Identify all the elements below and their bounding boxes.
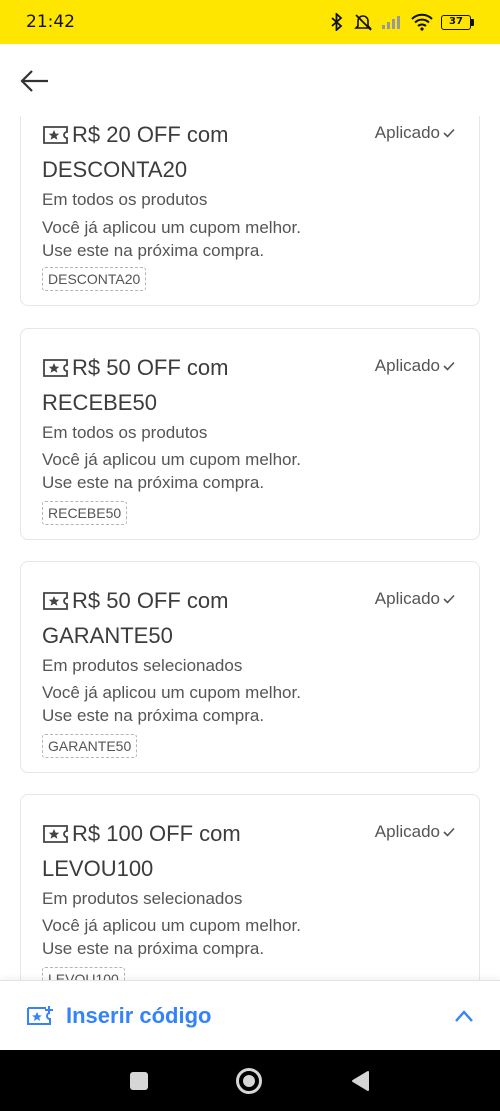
insert-code-bar[interactable]: Inserir código: [0, 980, 500, 1050]
check-icon: [443, 594, 455, 604]
coupon-card[interactable]: R$ 20 OFF com DESCONTA20 Aplicado Em tod…: [20, 116, 480, 306]
add-coupon-icon: [27, 1005, 53, 1025]
coupon-card[interactable]: R$ 100 OFF com LEVOU100 Aplicado Em prod…: [20, 794, 480, 980]
applied-label: Aplicado: [374, 589, 440, 608]
coupon-scope: Em todos os produtos: [42, 423, 208, 442]
coupon-message-line2: Use este na próxima compra.: [42, 939, 265, 958]
status-time: 21:42: [26, 12, 75, 32]
coupon-title-line1: R$ 100 OFF com: [72, 821, 241, 846]
arrow-left-icon: [20, 70, 48, 92]
coupon-title: R$ 50 OFF com GARANTE50: [42, 583, 369, 653]
coupon-code-title: RECEBE50: [42, 390, 157, 415]
coupon-title-line1: R$ 50 OFF com: [72, 588, 229, 613]
coupon-title-line1: R$ 20 OFF com: [72, 122, 229, 147]
coupon-scope: Em todos os produtos: [42, 190, 208, 209]
coupon-scope: Em produtos selecionados: [42, 656, 243, 675]
applied-label: Aplicado: [374, 123, 440, 142]
battery-icon: 37: [441, 14, 474, 30]
wifi-icon: [411, 13, 433, 31]
status-bar: 21:42 37: [0, 0, 500, 44]
check-icon: [443, 128, 455, 138]
check-icon: [443, 827, 455, 837]
check-icon: [443, 361, 455, 371]
applied-status: Aplicado: [375, 589, 455, 609]
home-button[interactable]: [236, 1067, 262, 1094]
coupon-code-chip: DESCONTA20: [42, 267, 147, 291]
coupon-title: R$ 20 OFF com DESCONTA20: [42, 117, 369, 187]
status-icons: 37: [329, 13, 474, 31]
applied-label: Aplicado: [374, 822, 440, 841]
coupon-message-line1: Você já aplicou um cupom melhor.: [42, 916, 301, 935]
bluetooth-icon: [331, 13, 343, 31]
coupon-title: R$ 50 OFF com RECEBE50: [42, 350, 369, 420]
coupon-code-chip: LEVOU100: [42, 967, 125, 980]
coupon-code-title: GARANTE50: [42, 623, 173, 648]
back-button[interactable]: [18, 64, 52, 98]
coupon-code-chip: GARANTE50: [42, 734, 138, 758]
applied-status: Aplicado: [375, 356, 455, 376]
coupon-card[interactable]: R$ 50 OFF com RECEBE50 Aplicado Em todos…: [20, 328, 480, 540]
mute-icon: [354, 14, 372, 31]
battery-level: 37: [441, 14, 471, 30]
coupon-list[interactable]: R$ 20 OFF com DESCONTA20 Aplicado Em tod…: [0, 116, 500, 980]
top-bar: [0, 44, 500, 116]
coupon-message-line1: Você já aplicou um cupom melhor.: [42, 683, 301, 702]
coupon-code-chip: RECEBE50: [42, 501, 128, 525]
coupon-message-line1: Você já aplicou um cupom melhor.: [42, 218, 301, 237]
chevron-up-icon[interactable]: [454, 1009, 474, 1023]
applied-label: Aplicado: [374, 356, 440, 375]
coupon-scope: Em produtos selecionados: [42, 889, 243, 908]
system-nav-bar: [0, 1050, 500, 1111]
signal-icon: [382, 16, 400, 29]
coupon-ticket-icon: [43, 126, 68, 144]
insert-code-label[interactable]: Inserir código: [66, 1003, 211, 1029]
coupon-code-title: LEVOU100: [42, 856, 154, 881]
coupon-message-line1: Você já aplicou um cupom melhor.: [42, 450, 301, 469]
coupon-ticket-icon: [43, 592, 68, 610]
coupon-message-line2: Use este na próxima compra.: [42, 473, 265, 492]
coupon-card[interactable]: R$ 50 OFF com GARANTE50 Aplicado Em prod…: [20, 561, 480, 773]
coupon-title: R$ 100 OFF com LEVOU100: [42, 816, 369, 886]
coupon-ticket-icon: [43, 825, 68, 843]
coupon-code-title: DESCONTA20: [42, 157, 188, 182]
coupon-message-line2: Use este na próxima compra.: [42, 706, 265, 725]
back-triangle-icon[interactable]: [350, 1070, 370, 1092]
coupon-title-line1: R$ 50 OFF com: [72, 355, 229, 380]
applied-status: Aplicado: [375, 123, 455, 143]
coupon-message-line2: Use este na próxima compra.: [42, 241, 265, 260]
applied-status: Aplicado: [375, 822, 455, 842]
recent-apps-button[interactable]: [130, 1071, 148, 1090]
coupon-ticket-icon: [43, 359, 68, 377]
